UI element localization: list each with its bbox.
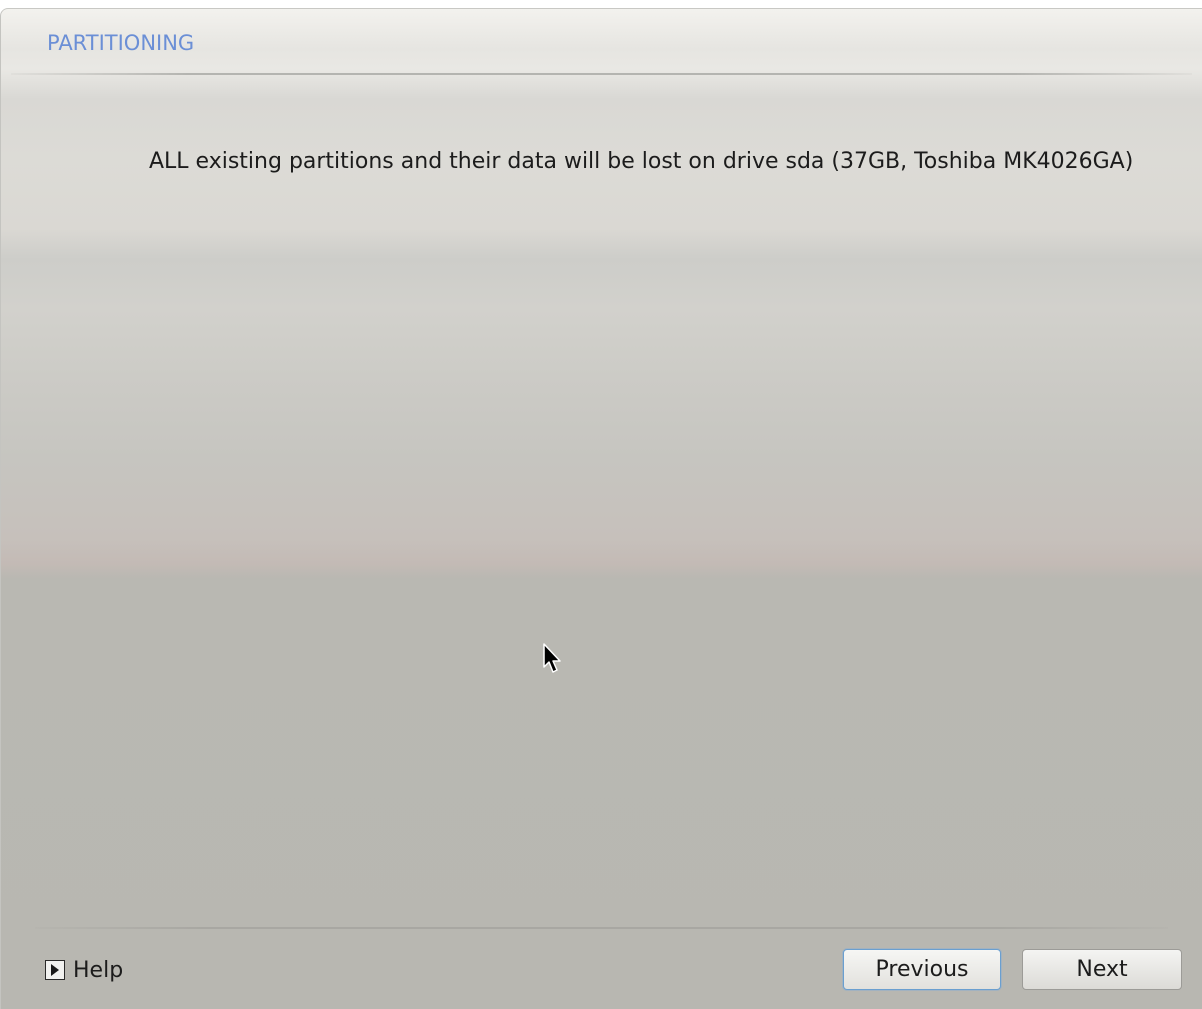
next-button[interactable]: Next [1022, 949, 1182, 990]
mouse-cursor-icon [543, 643, 561, 673]
help-label: Help [73, 957, 124, 983]
play-triangle-icon[interactable] [45, 960, 65, 980]
play-triangle-glyph [51, 964, 59, 976]
page-title: PARTITIONING [47, 31, 195, 55]
title-bar: PARTITIONING [1, 9, 1202, 73]
title-divider [11, 73, 1192, 75]
installer-window: PARTITIONING ALL existing partitions and… [0, 8, 1202, 1009]
previous-button[interactable]: Previous [843, 949, 1001, 990]
warning-message: ALL existing partitions and their data w… [149, 149, 1134, 174]
help-toggle[interactable]: Help [45, 954, 123, 986]
footer-divider [35, 927, 1168, 929]
